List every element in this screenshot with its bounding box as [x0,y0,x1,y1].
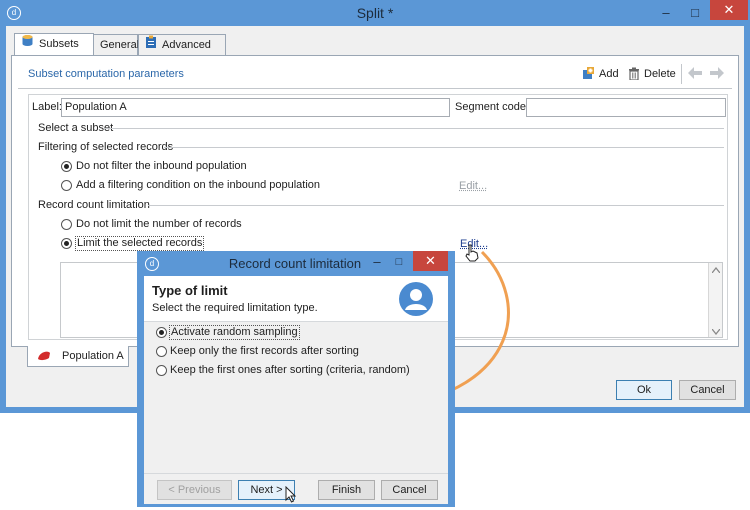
filtering-title: Filtering of selected records [38,141,174,153]
random-sampling-radio[interactable] [156,327,167,338]
label-input[interactable]: Population A [61,98,450,117]
section-divider [18,88,732,89]
previous-arrow-icon[interactable] [688,67,702,82]
filter-condition-radio[interactable] [61,180,72,191]
window-title: Split * [356,5,394,21]
filter-condition-label: Add a filtering condition on the inbound… [76,179,321,191]
dialog-maximize-button[interactable]: □ [389,252,409,272]
dialog-subheading: Select the required limitation type. [152,302,318,314]
label-input-value: Population A [65,101,127,113]
no-limit-radio[interactable] [61,219,72,230]
tab-subsets-label: Subsets [39,38,79,50]
first-sorted-label: Keep the first ones after sorting (crite… [170,364,410,376]
database-icon [21,34,34,54]
delete-button-label: Delete [644,68,676,80]
subset-tab-label: Population A [62,350,124,362]
finish-button[interactable]: Finish [318,480,375,500]
tab-advanced-label: Advanced [162,39,211,51]
segment-code-label: Segment code: [455,101,529,113]
tab-subsets[interactable]: Subsets [14,33,94,56]
dialog-header-divider [144,321,448,322]
user-avatar-icon [399,282,433,316]
minimize-button[interactable]: – [652,2,680,24]
first-sorted-radio[interactable] [156,365,167,376]
filter-edit-link[interactable]: Edit... [459,180,487,192]
add-button[interactable]: Add [582,66,622,82]
summary-scrollbar[interactable] [708,263,722,337]
close-button[interactable]: ✕ [710,0,748,20]
tab-general-label: General [100,39,140,51]
dialog-close-button[interactable]: ✕ [413,251,448,271]
subset-tab-population-a[interactable]: Population A [27,346,129,367]
add-icon [582,67,595,83]
section-title: Subset computation parameters [28,68,184,80]
toolbar-separator [681,64,682,84]
trash-icon [628,67,640,83]
limit-records-label: Limit the selected records [75,236,205,251]
scroll-down-icon[interactable] [711,326,721,338]
dialog-footer-divider [144,473,448,474]
filter-none-radio[interactable] [61,161,72,172]
dialog-cancel-button[interactable]: Cancel [381,480,438,500]
filtering-divider [164,147,724,148]
clipboard-icon [145,35,157,55]
limit-records-radio[interactable] [61,238,72,249]
select-subset-divider [104,128,724,129]
segment-code-input[interactable] [526,98,726,117]
segment-icon [37,350,51,364]
main-titlebar: d Split * – □ ✕ [0,0,750,26]
tab-general[interactable]: General [93,34,140,55]
first-records-label: Keep only the first records after sortin… [170,345,359,357]
tab-advanced[interactable]: Advanced [138,34,226,55]
app-logo-icon: d [7,6,21,20]
add-button-label: Add [599,68,619,80]
filter-none-label: Do not filter the inbound population [76,160,247,172]
select-subset-title: Select a subset [38,122,114,134]
label-field-label: Label: [32,101,62,113]
scroll-up-icon[interactable] [711,266,721,275]
delete-button[interactable]: Delete [628,66,676,82]
first-records-radio[interactable] [156,346,167,357]
dialog-heading: Type of limit [152,283,228,298]
dialog-logo-icon: d [145,257,159,271]
dialog-minimize-button[interactable]: – [367,252,387,272]
record-limit-divider [148,205,724,206]
previous-button[interactable]: < Previous [157,480,232,500]
ok-button[interactable]: Ok [616,380,672,400]
cancel-button[interactable]: Cancel [679,380,736,400]
maximize-button[interactable]: □ [681,2,709,24]
random-sampling-label: Activate random sampling [169,325,300,340]
next-arrow-icon[interactable] [710,67,724,82]
record-limit-title: Record count limitation [38,199,150,211]
pointer-cursor-icon [285,485,297,506]
no-limit-label: Do not limit the number of records [76,218,242,230]
hand-cursor-icon [464,244,480,265]
